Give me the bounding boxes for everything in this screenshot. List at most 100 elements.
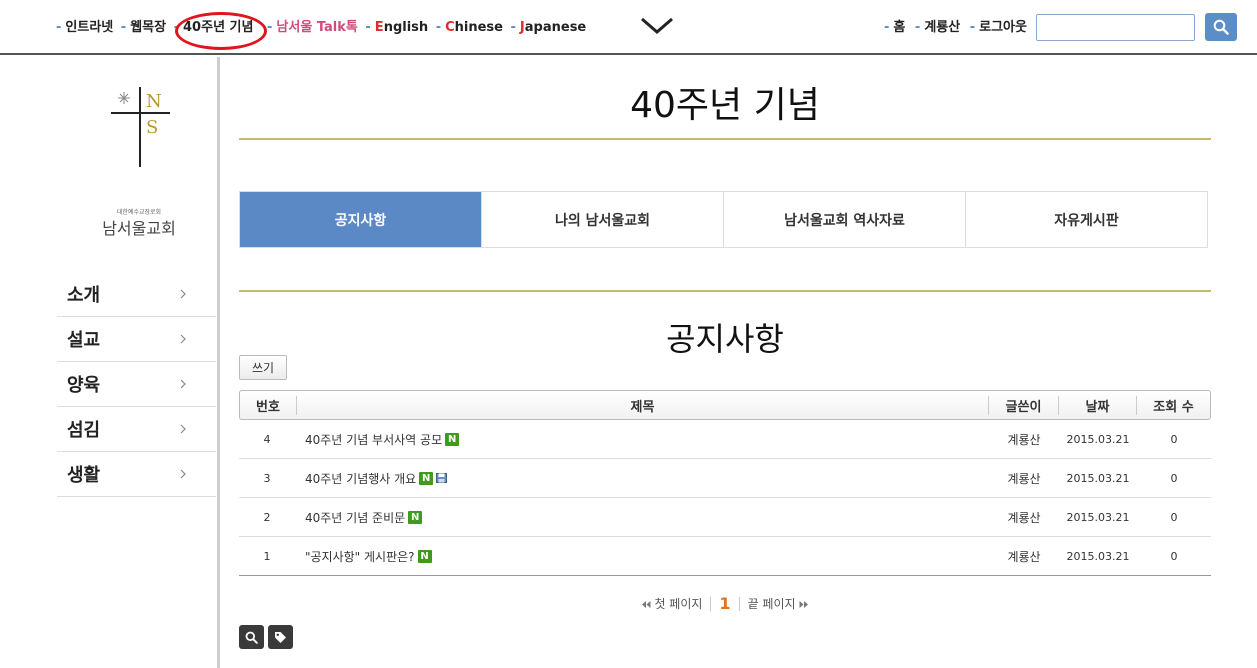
top-nav-user-label[interactable]: 계룡산	[924, 20, 960, 35]
new-badge-icon: N	[417, 549, 432, 563]
search-button[interactable]	[1205, 13, 1237, 41]
last-page-link[interactable]: 끝 페이지	[748, 595, 809, 612]
row-title-cell: 40주년 기념 준비문 N	[295, 509, 989, 526]
pager-separator	[738, 596, 740, 611]
row-num: 1	[263, 549, 271, 563]
col-views-header[interactable]: 조회 수	[1136, 395, 1210, 415]
row-views: 0	[1170, 510, 1178, 524]
double-chevron-right-icon	[799, 601, 809, 608]
sidebar-menu: 소개 설교 양육 섬김 생활	[57, 272, 216, 497]
top-nav-logout-label[interactable]: 로그아웃	[979, 20, 1027, 35]
top-nav-talk-label[interactable]: 남서울 Talk톡	[276, 20, 357, 35]
chevron-down-icon[interactable]	[640, 14, 674, 36]
col-num-header: 번호	[256, 399, 280, 415]
board-search-button[interactable]	[239, 625, 264, 649]
board-title: 공지사항	[666, 320, 784, 358]
top-nav-home-label[interactable]: 홈	[893, 20, 905, 35]
top-nav-talk[interactable]: - 남서울 Talk톡	[261, 16, 358, 35]
pagination: 첫 페이지 1 끝 페이지	[239, 594, 1211, 613]
svg-text:N: N	[146, 91, 162, 112]
row-views: 0	[1170, 549, 1178, 563]
col-date-header[interactable]: 날짜	[1058, 395, 1136, 415]
row-date: 2015.03.21	[1066, 510, 1130, 524]
row-views: 0	[1170, 432, 1178, 446]
new-badge-icon: N	[445, 432, 460, 446]
row-author[interactable]: 계룡산	[989, 431, 1059, 448]
sidebar-item-service[interactable]: 섬김	[57, 407, 216, 452]
sidebar-item-life[interactable]: 생활	[57, 452, 216, 497]
logo-church-name: 남서울교회	[102, 219, 176, 238]
chevron-right-icon	[180, 289, 186, 299]
row-title-cell: 40주년 기념 부서사역 공모 N	[295, 431, 989, 448]
search-icon	[1213, 19, 1229, 35]
sidebar-item-sermon[interactable]: 설교	[57, 317, 216, 362]
sidebar-item-nurture[interactable]: 양육	[57, 362, 216, 407]
top-nav-japanese-label[interactable]: Japanese	[520, 20, 586, 35]
row-date: 2015.03.21	[1066, 432, 1130, 446]
top-nav-chinese[interactable]: - Chinese	[436, 20, 503, 35]
table-row: 3 40주년 기념행사 개요 N 계룡산 2015.03.21 0	[239, 459, 1211, 498]
top-bar: - 인트라넷 - 웹목장 -40주년 기념 - 남서울 Talk톡 - English …	[0, 0, 1257, 55]
top-nav-web-mokjang[interactable]: - 웹목장	[121, 16, 166, 35]
page-title: 40주년 기념	[630, 85, 820, 126]
row-title-link[interactable]: 40주년 기념 준비문	[305, 509, 405, 526]
row-date: 2015.03.21	[1066, 549, 1130, 563]
top-nav-intranet[interactable]: - 인트라넷	[56, 16, 113, 35]
post-table: 번호 제목 글쓴이 날짜 조회 수 4 40주년 기념 부서사역 공모 N 계룡산…	[239, 390, 1211, 576]
row-author[interactable]: 계룡산	[989, 470, 1059, 487]
row-title-cell: "공지사항" 게시판은? N	[295, 548, 989, 565]
tab-history[interactable]: 남서울교회 역사자료	[724, 192, 966, 247]
top-nav-logout[interactable]: - 로그아웃	[970, 16, 1027, 35]
write-button[interactable]: 쓰기	[239, 355, 287, 380]
row-views: 0	[1170, 471, 1178, 485]
top-nav-user[interactable]: - 계룡산	[915, 16, 960, 35]
sidebar: N S 대한예수교장로회 남서울교회 소개 설교 양육 섬김 생활	[0, 57, 220, 668]
tab-my-church[interactable]: 나의 남서울교회	[482, 192, 724, 247]
top-nav-intranet-label[interactable]: 인트라넷	[65, 20, 113, 35]
search-input[interactable]	[1036, 14, 1195, 41]
new-badge-icon: N	[408, 510, 423, 524]
chevron-right-icon	[180, 469, 186, 479]
tag-icon	[275, 631, 286, 643]
row-title-link[interactable]: "공지사항" 게시판은?	[305, 548, 415, 565]
attachment-file-icon	[436, 473, 448, 483]
current-page[interactable]: 1	[719, 594, 730, 613]
top-nav-40th-label[interactable]: 40주년 기념	[183, 20, 253, 35]
row-num: 4	[263, 432, 271, 446]
table-row: 1 "공지사항" 게시판은? N 계룡산 2015.03.21 0	[239, 537, 1211, 576]
col-title-header: 제목	[296, 395, 988, 415]
tab-free-board[interactable]: 자유게시판	[966, 192, 1207, 247]
row-title-cell: 40주년 기념행사 개요 N	[295, 470, 989, 487]
chevron-right-icon	[180, 334, 186, 344]
chevron-right-icon	[180, 424, 186, 434]
tabs-divider	[239, 290, 1211, 292]
top-nav-40th[interactable]: -40주년 기념	[174, 16, 254, 35]
row-author[interactable]: 계룡산	[989, 509, 1059, 526]
top-nav-japanese[interactable]: - Japanese	[511, 20, 587, 35]
double-chevron-left-icon	[641, 601, 651, 608]
row-date: 2015.03.21	[1066, 471, 1130, 485]
top-nav-english[interactable]: - English	[365, 20, 428, 35]
top-nav-english-label[interactable]: English	[375, 20, 428, 35]
top-nav-web-mokjang-label[interactable]: 웹목장	[130, 20, 166, 35]
top-nav-links: - 인트라넷 - 웹목장 -40주년 기념 - 남서울 Talk톡 - English …	[56, 16, 589, 35]
row-title-link[interactable]: 40주년 기념행사 개요	[305, 470, 416, 487]
board-tabs: 공지사항 나의 남서울교회 남서울교회 역사자료 자유게시판	[239, 191, 1208, 248]
row-author[interactable]: 계룡산	[989, 548, 1059, 565]
first-page-link[interactable]: 첫 페이지	[641, 595, 702, 612]
search-icon	[245, 631, 258, 644]
church-logo[interactable]: N S 대한예수교장로회 남서울교회	[56, 87, 222, 238]
tab-notice[interactable]: 공지사항	[240, 192, 482, 247]
table-row: 4 40주년 기념 부서사역 공모 N 계룡산 2015.03.21 0	[239, 420, 1211, 459]
cross-logo-icon: N S	[111, 87, 170, 167]
top-nav-chinese-label[interactable]: Chinese	[445, 20, 503, 35]
row-num: 2	[263, 510, 271, 524]
sidebar-item-intro[interactable]: 소개	[57, 272, 216, 317]
row-num: 3	[263, 471, 271, 485]
top-nav-home[interactable]: -홈	[884, 16, 905, 35]
pager-separator	[710, 596, 712, 611]
col-author-header[interactable]: 글쓴이	[988, 395, 1058, 415]
svg-text:S: S	[146, 117, 158, 138]
row-title-link[interactable]: 40주년 기념 부서사역 공모	[305, 431, 442, 448]
tag-button[interactable]	[268, 625, 293, 649]
